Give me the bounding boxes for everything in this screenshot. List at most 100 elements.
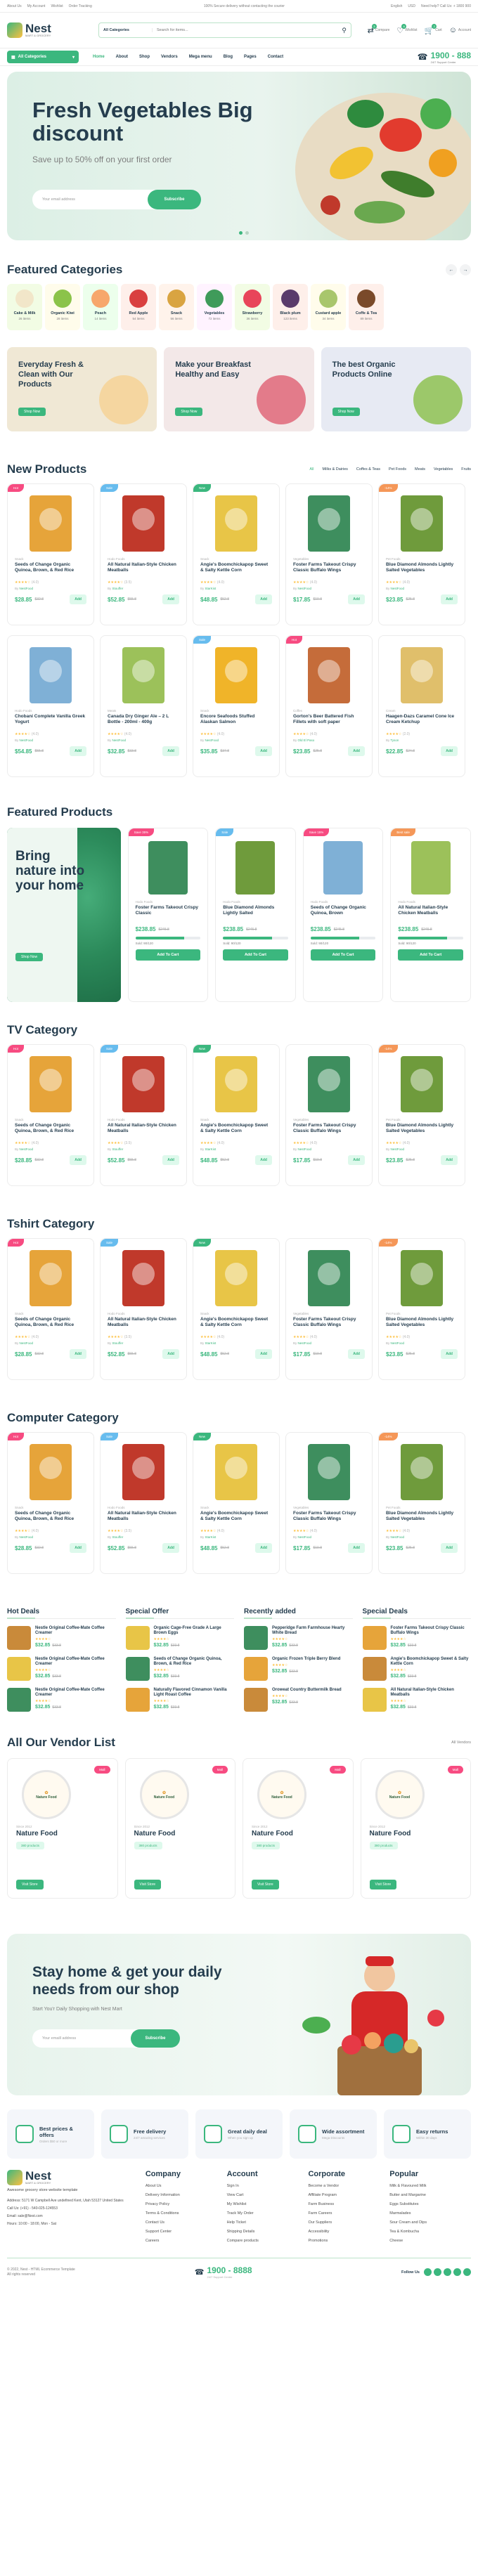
deal-item[interactable]: Nestle Original Coffee-Mate Coffee Cream… (7, 1626, 116, 1650)
vendor-name[interactable]: Tyson (390, 739, 399, 742)
hero-email-input[interactable]: Your email address (42, 197, 75, 202)
featured-product-card[interactable]: Save 35% Hodo Foods Foster Farms Takeout C… (127, 828, 209, 1002)
footer-link[interactable]: Shipping Details (227, 2230, 309, 2234)
deal-name[interactable]: Pepperidge Farm Farmhouse Hearty White B… (272, 1626, 353, 1636)
vendor-name[interactable]: Stouffer (112, 1535, 124, 1539)
featured-product-card[interactable]: Sale Hodo Foods Blue Diamond Almonds Light… (215, 828, 296, 1002)
search-icon[interactable]: ⚲ (342, 27, 347, 34)
product-image[interactable] (122, 495, 164, 552)
product-card[interactable]: New Snack Angie's Boomchickapop Sweet & Sa… (193, 483, 280, 625)
product-name[interactable]: Blue Diamond Almonds Lightly Salted Vege… (386, 1123, 458, 1140)
arrow-left-icon[interactable]: ← (446, 264, 457, 275)
product-image[interactable] (122, 1250, 164, 1306)
nav-pages[interactable]: Pages (244, 55, 257, 59)
product-name[interactable]: Seeds of Change Organic Quinoa, Brown, &… (15, 562, 86, 579)
category-card[interactable]: Peach 14 items (83, 284, 118, 330)
deal-item[interactable]: Angie's Boomchickapop Sweet & Salty Kett… (362, 1657, 472, 1681)
deal-item[interactable]: Nestle Original Coffee-Mate Coffee Cream… (7, 1657, 116, 1681)
product-card[interactable]: -14% Pet Foods Blue Diamond Almonds Lightl… (378, 1432, 465, 1574)
product-image[interactable] (323, 841, 363, 895)
deal-name[interactable]: Naturally Flavored Cinnamon Vanilla Ligh… (154, 1688, 235, 1698)
deal-name[interactable]: Nestle Original Coffee-Mate Coffee Cream… (35, 1688, 116, 1698)
nav-contact[interactable]: Contact (268, 55, 283, 59)
product-card[interactable]: Hodo Foods Chobani Complete Vanilla Greek… (7, 635, 94, 777)
product-name[interactable]: Foster Farms Takeout Crispy Classic (136, 905, 201, 922)
footer-link[interactable]: Farm Careers (308, 2211, 389, 2216)
product-card[interactable]: Vegetables Foster Farms Takeout Crispy Cl… (285, 1238, 373, 1380)
deal-name[interactable]: Nestle Original Coffee-Mate Coffee Cream… (35, 1626, 116, 1636)
deal-name[interactable]: Nestle Original Coffee-Mate Coffee Cream… (35, 1657, 116, 1667)
filter-tab[interactable]: Fruits (461, 467, 471, 471)
product-card[interactable]: Vegetables Foster Farms Takeout Crispy Cl… (285, 483, 373, 625)
footer-link[interactable]: View Cart (227, 2193, 309, 2197)
product-card[interactable]: Hot Snack Seeds of Change Organic Quinoa, … (7, 1044, 94, 1186)
add-to-cart-button[interactable]: Add (348, 746, 365, 756)
product-card[interactable]: Sale Hodo Foods All Natural Italian-Style … (100, 1432, 187, 1574)
product-card[interactable]: New Snack Angie's Boomchickapop Sweet & Sa… (193, 1432, 280, 1574)
account-link[interactable]: ☺ Account (449, 26, 471, 35)
product-image[interactable] (235, 841, 276, 895)
add-to-cart-button[interactable]: Add (162, 1155, 179, 1165)
product-name[interactable]: Canada Dry Ginger Ale – 2 L Bottle - 200… (108, 714, 179, 731)
product-card[interactable]: Vegetables Foster Farms Takeout Crispy Cl… (285, 1432, 373, 1574)
category-card[interactable]: Strawberry 36 items (235, 284, 270, 330)
deal-name[interactable]: Organic Cage-Free Grade A Large Brown Eg… (154, 1626, 235, 1636)
footer-link[interactable]: Marmalades (389, 2211, 471, 2216)
footer-link[interactable]: Compare products (227, 2239, 309, 2243)
product-name[interactable]: Seeds of Change Organic Quinoa, Brown, &… (15, 1317, 86, 1334)
footer-link[interactable]: Our Suppliers (308, 2220, 389, 2225)
featured-product-card[interactable]: Best sale Hodo Foods All Natural Italian-S… (390, 828, 472, 1002)
product-name[interactable]: Seeds of Change Organic Quinoa, Brown (311, 905, 376, 922)
category-card[interactable]: Custard apple 34 items (311, 284, 346, 330)
product-image[interactable] (401, 495, 443, 552)
product-image[interactable] (401, 1056, 443, 1112)
hero-subscribe-button[interactable]: Subscribe (148, 190, 201, 209)
add-to-cart-button[interactable]: Add (255, 594, 272, 604)
product-name[interactable]: All Natural Italian-Style Chicken Meatba… (108, 1317, 179, 1334)
filter-tab[interactable]: Pet Foods (389, 467, 406, 471)
product-image[interactable] (308, 1250, 350, 1306)
product-image[interactable] (308, 1444, 350, 1500)
visit-store-button[interactable]: Visit Store (252, 1880, 279, 1889)
add-to-cart-button[interactable]: Add (441, 1543, 458, 1553)
add-to-cart-button[interactable]: Add To Cart (223, 949, 288, 961)
deal-item[interactable]: Organic Frozen Triple Berry Blend ★★★★☆ $3… (244, 1657, 353, 1681)
filter-tab[interactable]: Coffes & Teas (356, 467, 380, 471)
vendor-name[interactable]: NestFood (298, 587, 312, 590)
add-to-cart-button[interactable]: Add (70, 1543, 86, 1553)
deal-item[interactable]: Pepperidge Farm Farmhouse Hearty White B… (244, 1626, 353, 1650)
product-image[interactable] (401, 1444, 443, 1500)
category-card[interactable]: Black plum 123 items (273, 284, 308, 330)
vendor-name[interactable]: Nature Food (16, 1830, 109, 1837)
product-card[interactable]: Sale Hodo Foods All Natural Italian-Style … (100, 1238, 187, 1380)
deal-item[interactable]: Naturally Flavored Cinnamon Vanilla Ligh… (125, 1688, 235, 1712)
filter-tab[interactable]: Milks & Dairies (323, 467, 348, 471)
add-to-cart-button[interactable]: Add (70, 1155, 86, 1165)
top-link[interactable]: My Account (27, 4, 46, 8)
vendor-name[interactable]: NestFood (112, 739, 127, 742)
search-category-select[interactable]: All Categories (103, 28, 153, 32)
add-to-cart-button[interactable]: Add (70, 746, 86, 756)
vendor-name[interactable]: StarKist (205, 1147, 217, 1151)
vendor-name[interactable]: NestFood (391, 1147, 405, 1151)
category-card[interactable]: Coffe & Tea 89 items (349, 284, 384, 330)
slider-dot[interactable] (245, 231, 249, 235)
product-card[interactable]: Sale Hodo Foods All Natural Italian-Style … (100, 1044, 187, 1186)
footer-link[interactable]: Accessibility (308, 2230, 389, 2234)
vendor-name[interactable]: NestFood (391, 1341, 405, 1345)
wishlist-link[interactable]: ♡ 6 Wishlist (396, 23, 418, 35)
product-name[interactable]: Blue Diamond Almonds Lightly Salted Vege… (386, 562, 458, 579)
footer-link[interactable]: About Us (146, 2184, 227, 2188)
product-name[interactable]: All Natural Italian-Style Chicken Meatba… (108, 562, 179, 579)
vendor-card[interactable]: Mall ✿ Nature Food Since 2012 Nature Food 380… (360, 1758, 471, 1899)
top-link[interactable]: About Us (7, 4, 22, 8)
vendor-name[interactable]: Stouffer (112, 1341, 124, 1345)
product-image[interactable] (401, 1250, 443, 1306)
vendor-card[interactable]: Mall ✿ Nature Food Since 2012 Nature Food 380… (7, 1758, 118, 1899)
product-name[interactable]: Foster Farms Takeout Crispy Classic Buff… (293, 1511, 365, 1528)
vendor-name[interactable]: NestFood (298, 1147, 312, 1151)
add-to-cart-button[interactable]: Add To Cart (310, 949, 376, 961)
add-to-cart-button[interactable]: Add (70, 594, 86, 604)
deal-item[interactable]: Nestle Original Coffee-Mate Coffee Cream… (7, 1688, 116, 1712)
shop-now-button[interactable]: Shop Now (332, 408, 360, 416)
